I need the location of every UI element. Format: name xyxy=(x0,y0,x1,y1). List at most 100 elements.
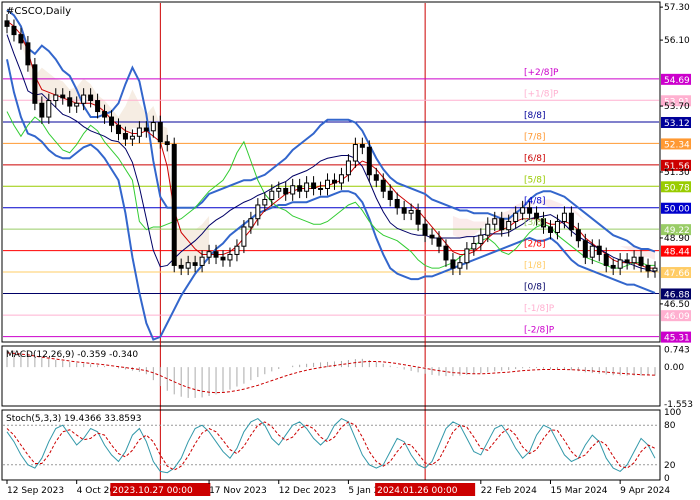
price-bar-body xyxy=(506,220,512,231)
time-axis-label: 12 Dec 2023 xyxy=(279,486,337,496)
price-bar-body xyxy=(394,198,400,209)
price-bar-body xyxy=(67,97,73,107)
murrey-level-label: [5/8] xyxy=(524,175,546,185)
stoch-axis-label: 0 xyxy=(664,474,670,484)
price-axis-label: 56.10 xyxy=(664,36,690,46)
price-bar-body xyxy=(18,34,24,44)
price-bar-body xyxy=(645,264,651,272)
price-bar-body xyxy=(227,253,233,261)
price-bar-body xyxy=(311,182,317,189)
chart-title: #CSCO,Daily xyxy=(6,6,71,17)
price-bar-body xyxy=(95,100,101,113)
price-axis-label: 48.90 xyxy=(664,234,690,244)
price-bar-body xyxy=(74,102,80,107)
price-bar-body xyxy=(150,122,156,132)
price-axis-label: 53.70 xyxy=(664,102,690,112)
price-bar-body xyxy=(359,144,365,148)
price-bar-body xyxy=(387,190,393,200)
price-bar-body xyxy=(408,209,414,214)
price-bar-body xyxy=(88,94,94,102)
price-bar-body xyxy=(269,190,275,200)
price-bar-body xyxy=(178,264,184,269)
murrey-level-label: [2/8] xyxy=(524,240,546,250)
price-bar-body xyxy=(582,240,588,258)
price-axis-label: 51.30 xyxy=(664,168,690,178)
price-label-text: 50.78 xyxy=(664,183,690,193)
macd-axis-label: 0.00 xyxy=(664,363,684,373)
price-bar-body xyxy=(32,64,38,104)
murrey-level-label: [+1/8]P xyxy=(524,89,559,99)
price-bar-body xyxy=(554,220,560,233)
price-bar-body xyxy=(450,259,456,269)
murrey-level-label: [1/8] xyxy=(524,261,546,271)
price-bar-body xyxy=(638,256,644,266)
price-bar-body xyxy=(129,135,135,140)
price-bar-body xyxy=(171,144,177,266)
price-bar-body xyxy=(255,204,261,220)
price-bar-body xyxy=(53,94,59,102)
price-bar-body xyxy=(471,242,477,250)
price-bar-body xyxy=(283,187,289,195)
price-bar-body xyxy=(164,141,170,146)
price-label-text: 54.69 xyxy=(664,76,690,86)
price-bar-body xyxy=(122,133,128,140)
price-bar-body xyxy=(318,187,324,190)
price-bar-body xyxy=(652,267,658,272)
price-axis-label: 46.50 xyxy=(664,300,690,310)
price-bar-body xyxy=(401,207,407,214)
price-bar-body xyxy=(485,223,491,236)
price-bar-body xyxy=(143,127,149,132)
price-bar-body xyxy=(366,146,372,176)
price-label-text: 47.66 xyxy=(664,269,690,279)
price-bar-body xyxy=(248,218,254,228)
price-bar-body xyxy=(464,248,470,264)
trading-chart: [+2/8]P [+1/8]P [8/8] [7/8] [6/8] [5/8] [4/8] [… xyxy=(0,0,700,500)
price-bar-body xyxy=(547,226,553,233)
price-axis-label: 57.30 xyxy=(664,3,690,13)
price-bar-body xyxy=(241,226,247,247)
price-bar-body xyxy=(192,262,198,266)
price-bar-body xyxy=(25,42,31,66)
price-bar-body xyxy=(443,245,449,261)
price-bar-body xyxy=(290,185,296,195)
price-bar-body xyxy=(513,212,519,222)
price-label-text: 46.09 xyxy=(664,312,690,322)
price-bar-body xyxy=(415,209,421,225)
price-bar-body xyxy=(429,234,435,239)
price-bar-body xyxy=(115,124,121,135)
price-bar-body xyxy=(575,229,581,242)
murrey-level-label: [7/8] xyxy=(524,132,546,142)
price-bar-body xyxy=(304,182,310,192)
price-bar-body xyxy=(325,179,331,189)
price-label-text: 45.31 xyxy=(664,334,690,344)
price-bar-body xyxy=(102,111,108,118)
price-bar-body xyxy=(589,245,595,258)
murrey-level-label: [4/8] xyxy=(524,197,546,207)
price-bar-body xyxy=(499,218,505,231)
murrey-level-label: [-1/8]P xyxy=(524,304,555,314)
price-bar-body xyxy=(520,207,526,214)
price-bar-body xyxy=(624,259,630,264)
stoch-axis-label: 80 xyxy=(664,421,676,431)
price-bar-body xyxy=(213,251,219,258)
price-bar-body xyxy=(220,256,226,261)
price-bar-body xyxy=(478,234,484,244)
price-bar-body xyxy=(603,253,609,266)
price-bar-body xyxy=(11,25,17,36)
price-bar-body xyxy=(345,160,351,176)
murrey-level-label: [3/8] xyxy=(524,218,546,228)
stoch-label: Stoch(5,3,3) 19.4366 33.8593 xyxy=(6,414,141,424)
time-axis-label: 2023.10.27 00:00 xyxy=(112,486,193,496)
price-bar-body xyxy=(492,218,498,225)
price-bar-body xyxy=(262,198,268,206)
price-bar-body xyxy=(206,251,212,258)
price-label-text: 48.44 xyxy=(664,248,690,258)
price-bar-body xyxy=(596,245,602,255)
time-axis-label: 22 Feb 2024 xyxy=(481,486,537,496)
murrey-level-label: [6/8] xyxy=(524,154,546,164)
stoch-axis-label: 100 xyxy=(664,408,681,418)
murrey-level-label: [+2/8]P xyxy=(524,68,559,78)
price-bar-body xyxy=(422,223,428,236)
price-bar-body xyxy=(568,212,574,231)
time-axis-label: 12 Sep 2023 xyxy=(7,486,64,496)
